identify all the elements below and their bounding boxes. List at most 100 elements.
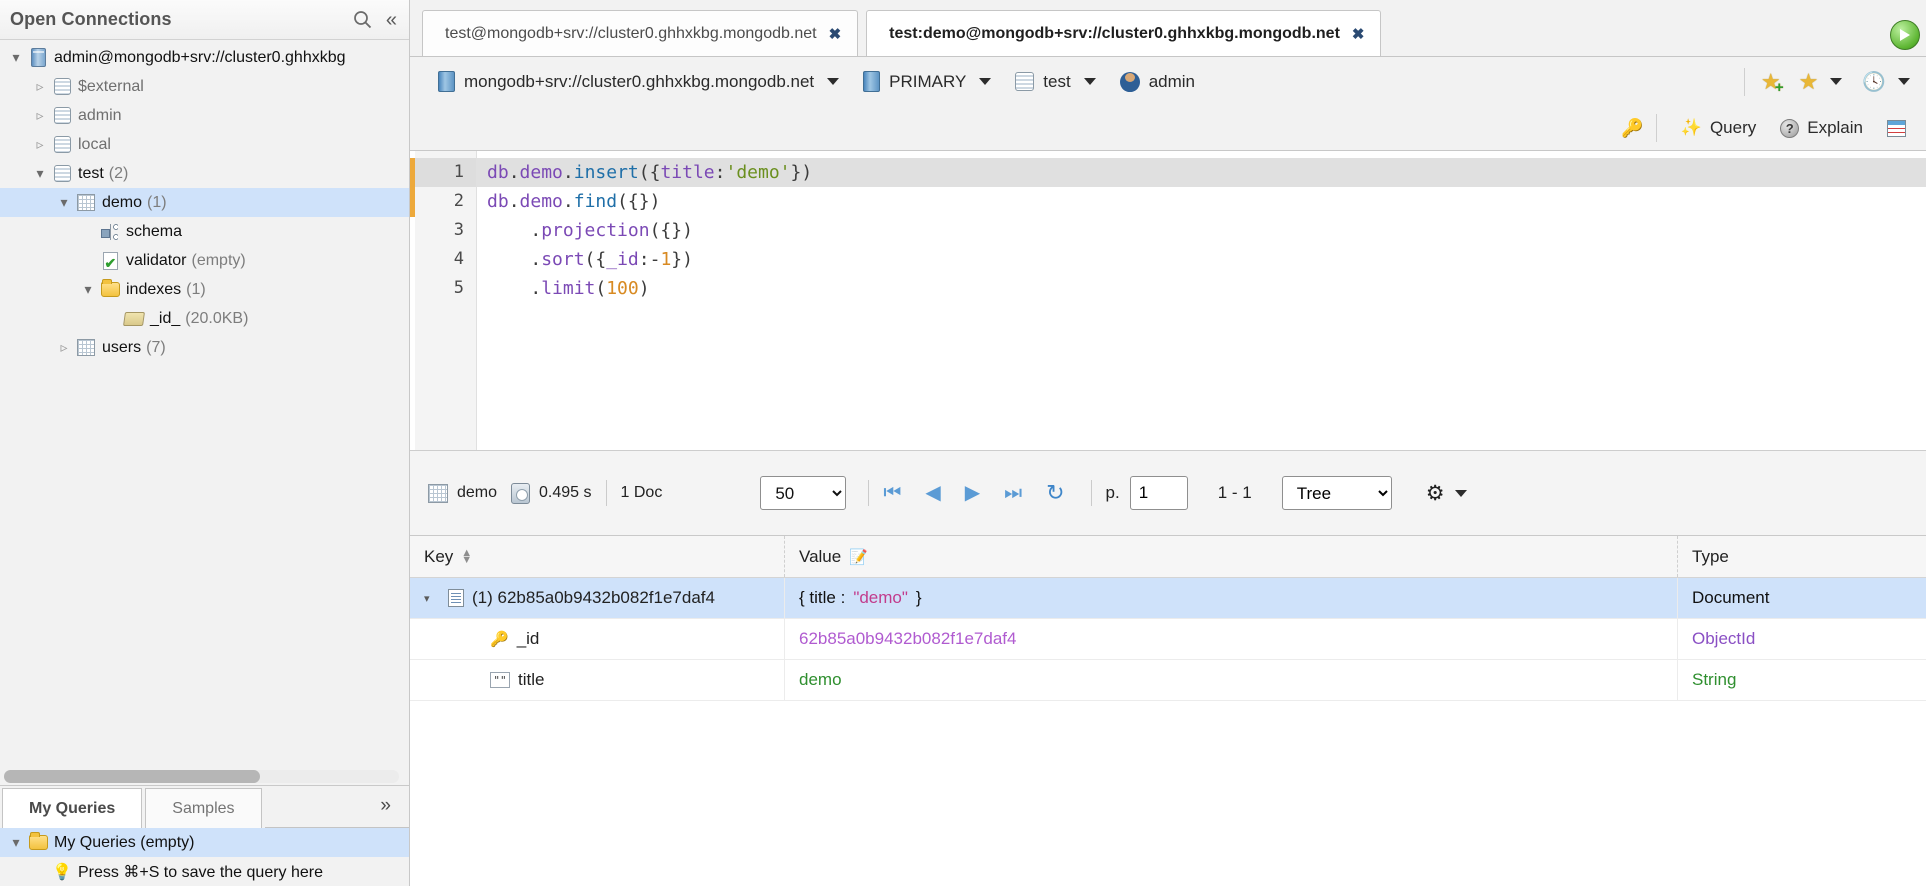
cell-key[interactable]: "" title <box>410 659 785 701</box>
key-icon: 🔑 <box>490 631 509 648</box>
tree-item[interactable]: schema <box>0 217 409 246</box>
history-icon[interactable]: 🕓 <box>1862 70 1886 94</box>
tree-item[interactable]: users(7) <box>0 333 409 362</box>
tree-item-count: (1) <box>147 193 167 211</box>
chevron-down-icon[interactable] <box>827 78 840 85</box>
column-header-key[interactable]: Key ▲ ▼ <box>410 536 785 577</box>
code-line[interactable]: .projection({}) <box>477 216 1926 245</box>
tree-disclosure-icon[interactable] <box>30 79 50 94</box>
chevron-down-icon[interactable] <box>979 78 992 85</box>
editor-tab[interactable]: test:demo@mongodb+srv://cluster0.ghhxkbg… <box>866 10 1382 56</box>
cell-type: String <box>1692 670 1737 689</box>
row-disclosure-icon[interactable]: ▾ <box>424 592 440 605</box>
divider <box>605 480 607 506</box>
chevron-down-icon[interactable] <box>1454 489 1467 497</box>
app-window: Open Connections « admin@mongodb+srv://c… <box>0 0 1926 886</box>
table-row[interactable]: "" title demo String <box>410 659 1926 701</box>
queries-tree[interactable]: My Queries (empty) 💡 Press ⌘+S to save the… <box>0 828 409 886</box>
queries-tab[interactable]: My Queries <box>2 788 143 828</box>
tree-disclosure-icon[interactable] <box>6 50 26 65</box>
page-number-input[interactable] <box>1129 476 1188 510</box>
run-query-button[interactable] <box>1890 20 1920 50</box>
lock-icon[interactable]: 🔑 <box>1621 118 1643 139</box>
database-icon-glyph <box>53 107 71 124</box>
tree-item[interactable]: indexes(1) <box>0 275 409 304</box>
code-line[interactable]: .sort({_id:-1}) <box>477 245 1926 274</box>
cell-value[interactable]: { title : "demo" } <box>785 577 1678 619</box>
collapse-sidebar-icon[interactable]: « <box>386 10 397 30</box>
cell-key-label: title <box>518 670 545 689</box>
chevron-down-icon[interactable] <box>1083 78 1096 85</box>
tree-disclosure-icon[interactable] <box>30 137 50 152</box>
first-page-button[interactable]: ⏮ <box>883 483 901 503</box>
close-icon[interactable]: ✖ <box>829 25 842 43</box>
tree-item[interactable]: $external <box>0 72 409 101</box>
settings-gear-icon[interactable]: ⚙ <box>1426 481 1445 506</box>
view-mode-select[interactable]: TreeTableJSON <box>1281 476 1392 510</box>
cell-key[interactable]: 🔑 _id <box>410 618 785 660</box>
last-page-button[interactable]: ⏭ <box>1004 483 1022 503</box>
query-button[interactable]: ✨ Query <box>1669 118 1768 138</box>
tree-disclosure-icon[interactable] <box>30 166 50 181</box>
code-token: . <box>487 220 542 241</box>
connection-selector[interactable]: mongodb+srv://cluster0.ghhxkbg.mongodb.n… <box>426 71 851 92</box>
queries-tree-item[interactable]: My Queries (empty) <box>0 828 409 857</box>
sort-arrows-icon[interactable]: ▲ ▼ <box>461 548 472 565</box>
replica-role-selector[interactable]: PRIMARY <box>851 71 1003 92</box>
queries-tab[interactable]: Samples <box>145 788 262 828</box>
tree-disclosure-icon[interactable] <box>78 282 98 297</box>
cell-key[interactable]: ▾ (1) 62b85a0b9432b082f1e7daf4 <box>410 577 785 619</box>
code-line[interactable]: db.demo.insert({title:'demo'}) <box>477 158 1926 187</box>
tree-disclosure-icon[interactable] <box>30 108 50 123</box>
tree-item-label: admin <box>78 106 122 124</box>
next-page-button[interactable]: ▶ <box>965 483 980 503</box>
editor-tab[interactable]: test@mongodb+srv://cluster0.ghhxkbg.mong… <box>422 10 859 56</box>
table-grid-icon <box>1887 119 1906 137</box>
tree-item-count: (2) <box>108 164 129 182</box>
database-selector[interactable]: test <box>1003 72 1107 92</box>
tree-disclosure-icon[interactable] <box>6 835 26 850</box>
column-header-value[interactable]: Value 📝 <box>785 536 1678 577</box>
tree-item[interactable]: demo(1) <box>0 188 409 217</box>
tree-disclosure-icon[interactable] <box>54 195 74 210</box>
edit-pencil-icon[interactable]: 📝 <box>849 548 868 566</box>
scrollbar-thumb[interactable] <box>4 770 260 783</box>
explain-button[interactable]: ? Explain <box>1768 118 1875 138</box>
grid-view-button[interactable] <box>1875 119 1918 137</box>
tree-item-label: schema <box>126 222 183 240</box>
code-line[interactable]: .limit(100) <box>477 274 1926 303</box>
code-token: projection <box>541 220 650 241</box>
page-size-select[interactable]: 50100200500 <box>760 476 847 510</box>
schema-icon <box>98 223 122 240</box>
code-token: ) <box>638 278 650 299</box>
cell-value[interactable]: demo <box>785 659 1678 701</box>
refresh-button[interactable]: ↻ <box>1046 482 1064 504</box>
table-row[interactable]: 🔑 _id 62b85a0b9432b082f1e7daf4 ObjectId <box>410 618 1926 660</box>
column-header-type[interactable]: Type <box>1678 536 1926 577</box>
connections-tree[interactable]: admin@mongodb+srv://cluster0.ghhxkbg $ext… <box>0 40 409 770</box>
code-line[interactable]: db.demo.find({}) <box>477 187 1926 216</box>
tabbar-actions <box>1890 20 1926 56</box>
editor-code-area[interactable]: db.demo.insert({title:'demo'}) db.demo.fi… <box>477 151 1926 450</box>
star-plus-icon[interactable]: ★ + <box>1761 70 1784 95</box>
tree-item[interactable]: validator(empty) <box>0 246 409 275</box>
tree-disclosure-icon[interactable] <box>54 340 74 355</box>
tree-item[interactable]: _id_ (20.0KB) <box>0 304 409 333</box>
tree-item[interactable]: admin <box>0 101 409 130</box>
chevron-down-icon[interactable] <box>1898 78 1910 85</box>
star-icon[interactable]: ★ <box>1799 70 1819 93</box>
tree-item[interactable]: test(2) <box>0 159 409 188</box>
tree-item[interactable]: local <box>0 130 409 159</box>
code-editor[interactable]: 12345 db.demo.insert({title:'demo'}) db.d… <box>410 150 1926 450</box>
chevron-down-icon[interactable] <box>1830 78 1843 85</box>
divider <box>1743 67 1745 96</box>
cell-value[interactable]: 62b85a0b9432b082f1e7daf4 <box>785 618 1678 660</box>
search-icon[interactable] <box>353 10 372 29</box>
queries-tree-item[interactable]: 💡 Press ⌘+S to save the query here <box>0 857 409 886</box>
table-row[interactable]: ▾ (1) 62b85a0b9432b082f1e7daf4 { title : "… <box>410 577 1926 619</box>
prev-page-button[interactable]: ◀ <box>925 483 940 503</box>
tree-item[interactable]: admin@mongodb+srv://cluster0.ghhxkbg <box>0 43 409 72</box>
chevron-double-down-icon[interactable]: » <box>380 796 391 815</box>
close-icon[interactable]: ✖ <box>1352 25 1365 43</box>
sidebar-horizontal-scrollbar[interactable] <box>4 770 399 783</box>
